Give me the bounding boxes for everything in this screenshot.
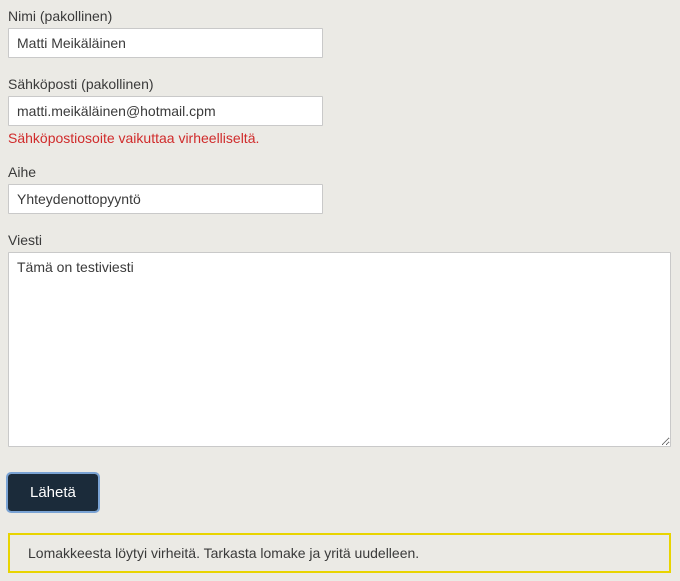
email-input[interactable] — [8, 96, 323, 126]
email-label: Sähköposti (pakollinen) — [8, 76, 672, 92]
submit-button[interactable]: Lähetä — [8, 474, 98, 511]
name-input[interactable] — [8, 28, 323, 58]
subject-field: Aihe — [8, 164, 672, 214]
message-field: Viesti — [8, 232, 672, 450]
message-label: Viesti — [8, 232, 672, 248]
message-textarea[interactable] — [8, 252, 671, 447]
email-error-text: Sähköpostiosoite vaikuttaa virheelliselt… — [8, 130, 672, 146]
form-error-banner: Lomakkeesta löytyi virheitä. Tarkasta lo… — [8, 533, 671, 573]
name-field: Nimi (pakollinen) — [8, 8, 672, 58]
subject-input[interactable] — [8, 184, 323, 214]
email-field: Sähköposti (pakollinen) Sähköpostiosoite… — [8, 76, 672, 146]
subject-label: Aihe — [8, 164, 672, 180]
name-label: Nimi (pakollinen) — [8, 8, 672, 24]
